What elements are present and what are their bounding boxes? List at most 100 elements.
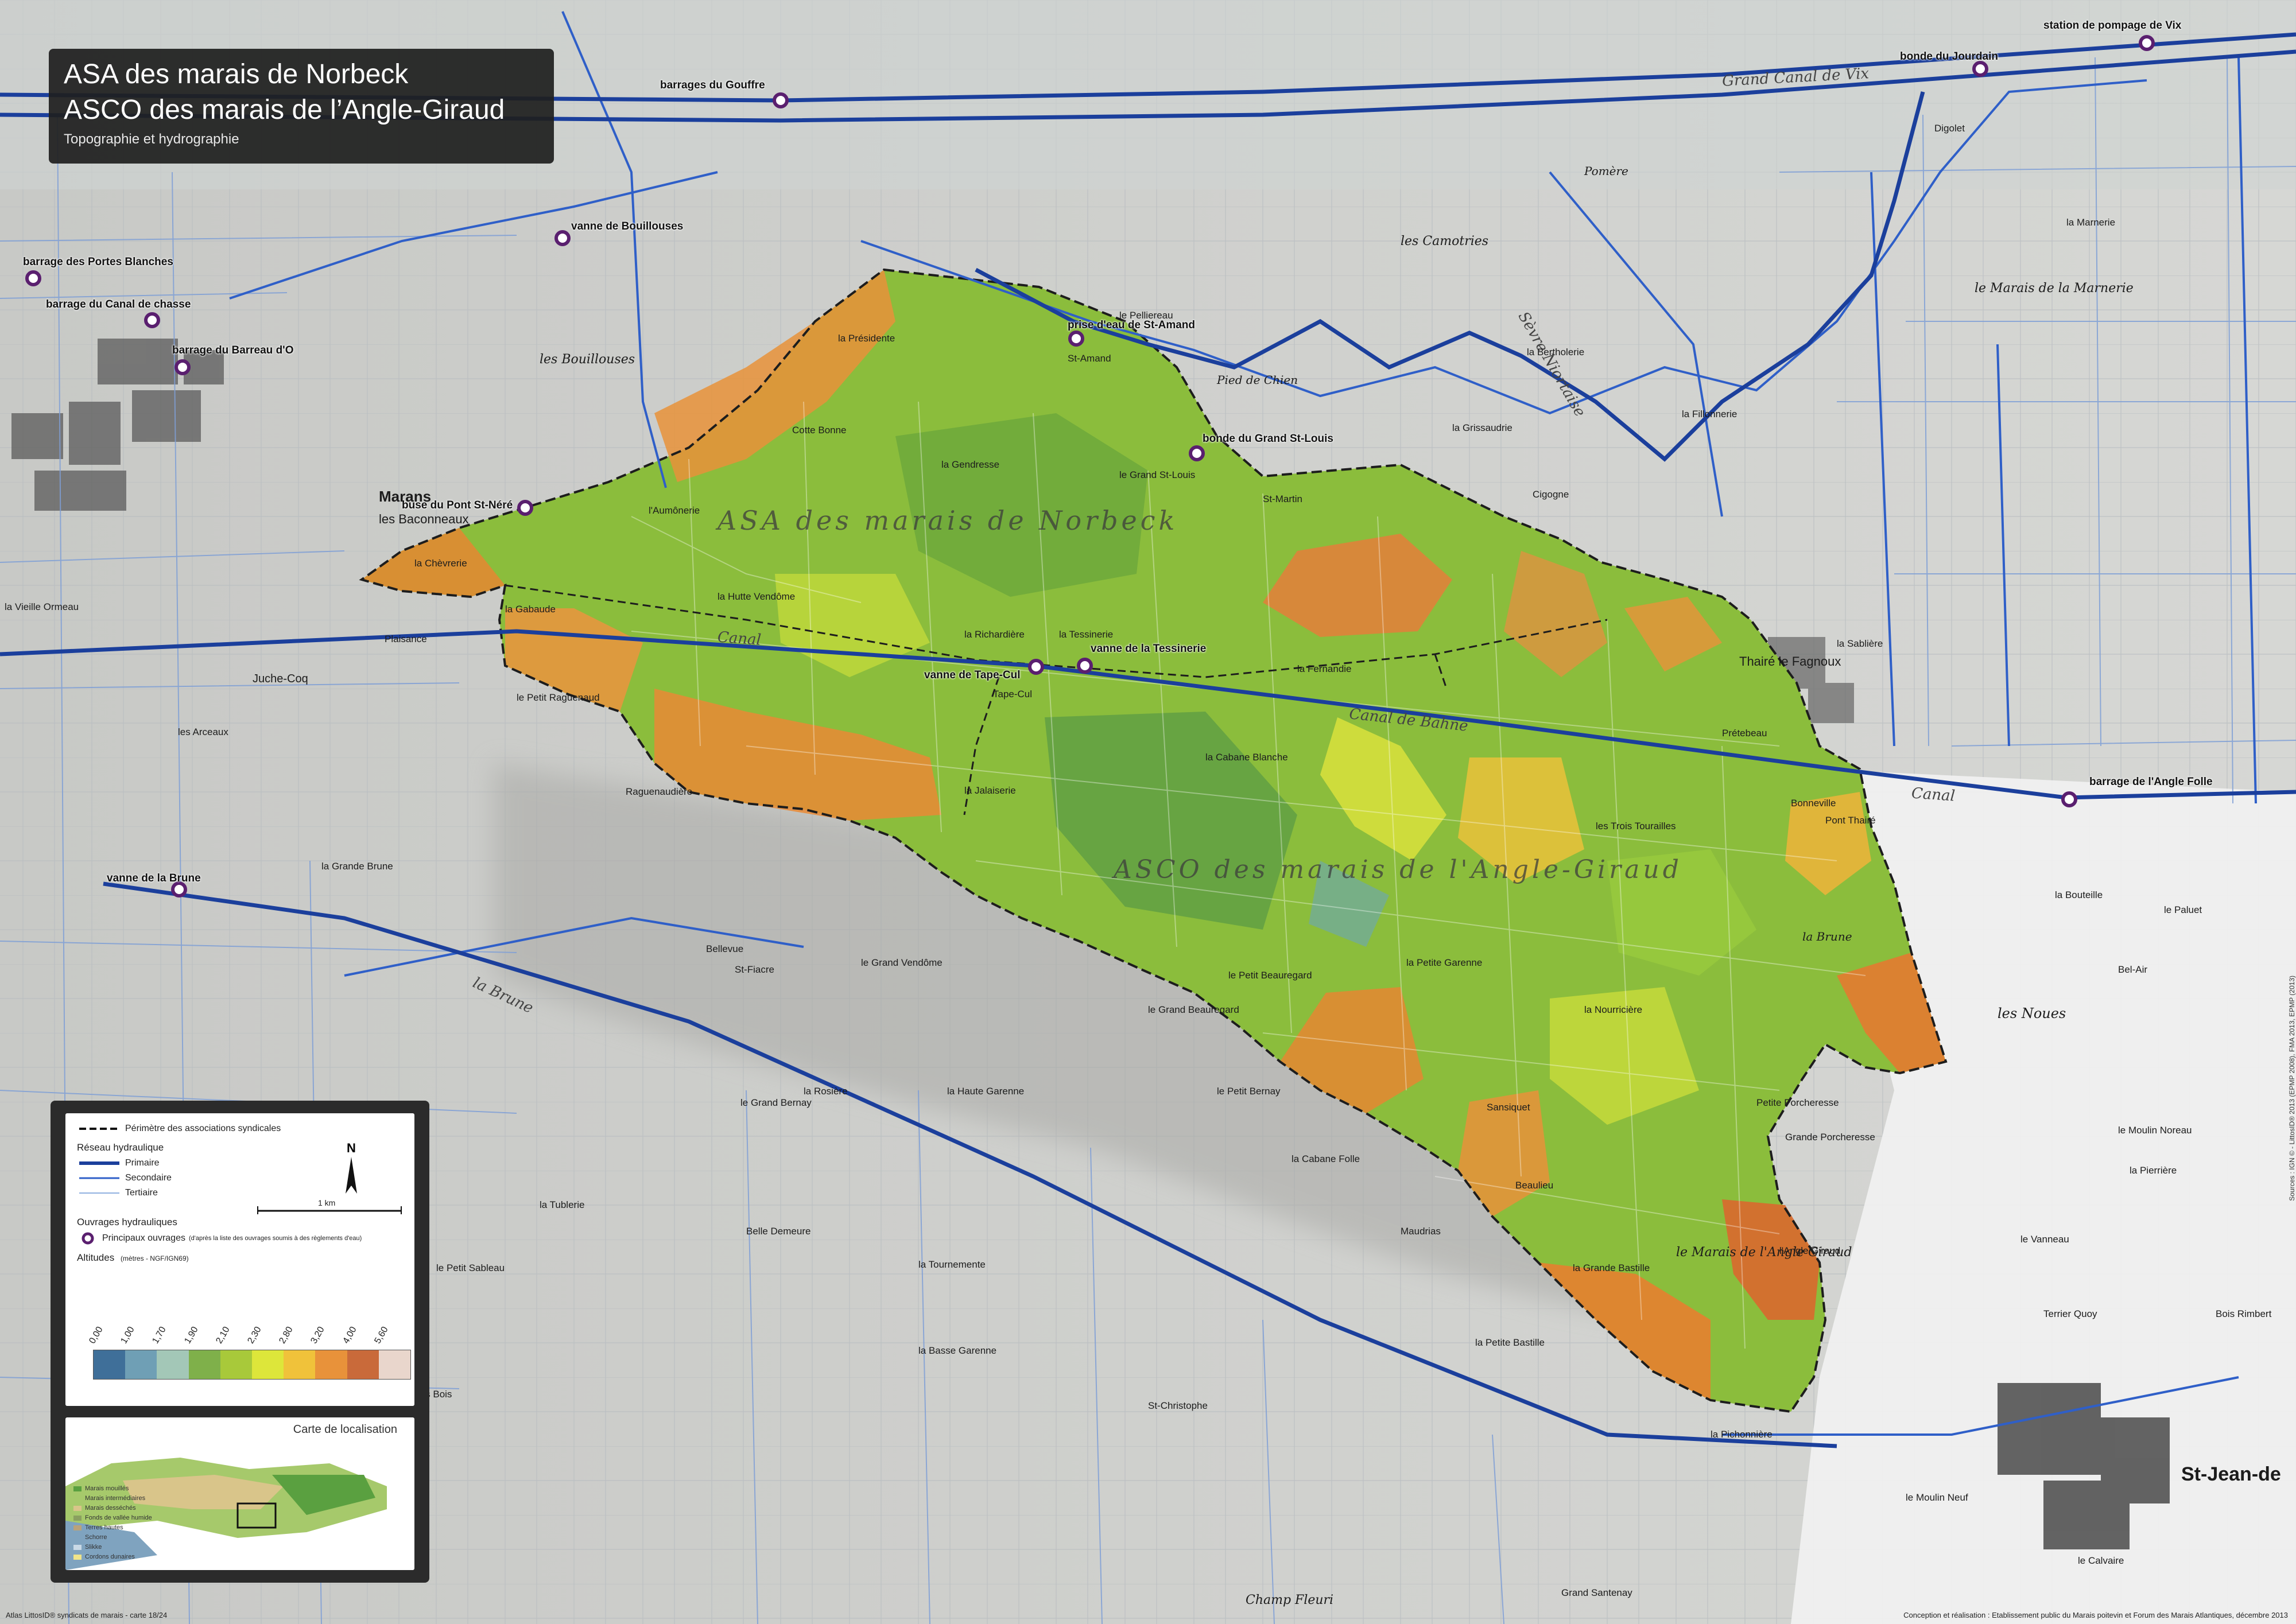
altitude-swatch [188, 1350, 220, 1379]
location-legend-item: Terres hautes [73, 1524, 123, 1531]
ouvrage-marker[interactable] [1028, 659, 1044, 675]
map[interactable]: ASA des marais de Norbeck ASCO des marai… [0, 0, 2296, 1624]
place-label: Juche-Coq [253, 673, 308, 685]
location-legend-item: Schorre [73, 1534, 107, 1541]
place-label: les Camotries [1401, 234, 1489, 248]
place-label: la Gabaude [505, 604, 556, 615]
place-label: la Marnerie [2066, 217, 2116, 228]
place-label: les Noues [1998, 1005, 2066, 1021]
place-label: le Pelliereau [1119, 310, 1173, 321]
altitude-tick: 2,10 [214, 1325, 232, 1346]
legend-network-head: Réseau hydraulique [77, 1142, 164, 1153]
place-label: la Rosière [804, 1086, 848, 1097]
zone-label-angle-giraud: ASCO des marais de l'Angle-Giraud [1114, 855, 1682, 884]
ouvrage-marker[interactable] [25, 270, 41, 286]
ouvrage-marker[interactable] [1068, 331, 1084, 347]
place-label: le Petit Sableau [436, 1262, 505, 1273]
place-label: la Grissaudrie [1452, 422, 1512, 433]
altitude-tick: 5,60 [373, 1325, 390, 1346]
place-label: St-Christophe [1148, 1400, 1208, 1411]
place-label: Thairé le Fagnoux [1739, 654, 1841, 669]
place-label: Bois Rimbert [2216, 1308, 2272, 1319]
place-label: Plaisance [385, 634, 427, 644]
line-icon [79, 1177, 119, 1179]
place-label: la Sablière [1837, 638, 1883, 649]
altitude-swatch [220, 1350, 253, 1379]
line-icon [79, 1192, 119, 1194]
place-label: la Pichonnière [1711, 1429, 1773, 1440]
legend-label: Tertiaire [125, 1188, 158, 1198]
ouvrage-marker[interactable] [517, 500, 533, 516]
altitude-tick: 1,90 [183, 1325, 200, 1346]
ouvrage-marker-icon [82, 1232, 94, 1245]
place-label: Belle Demeure [746, 1226, 811, 1237]
ouvrage-label: vanne de la Brune [107, 872, 201, 884]
map-title-line2: ASCO des marais de l’Angle-Giraud [64, 95, 505, 125]
place-label: la Gendresse [941, 459, 1000, 470]
ouvrage-marker[interactable] [1189, 445, 1205, 461]
place-label: la Pierrière [2130, 1165, 2177, 1176]
ouvrage-marker[interactable] [171, 881, 187, 898]
legend-principal: Principaux ouvrages (d'après la liste de… [79, 1231, 362, 1245]
place-label: Cotte Bonne [792, 425, 847, 436]
location-legend-item: Slikke [73, 1544, 102, 1551]
place-label: Pied de Chien [1217, 373, 1298, 387]
legend-alt-head: Altitudes (mètres - NGF/IGN69) [77, 1252, 189, 1264]
place-label: Raguenaudière [626, 786, 693, 797]
place-label: la Jalaiserie [964, 785, 1016, 796]
legend: Périmètre des associations syndicales Ré… [65, 1113, 414, 1406]
ouvrage-marker[interactable] [1077, 658, 1093, 674]
location-legend-item: Marais mouillés [73, 1485, 129, 1492]
legend-alt-title: Altitudes [77, 1252, 115, 1263]
location-legend-item: Marais desséchés [73, 1505, 136, 1512]
zone-label-norbeck: ASA des marais de Norbeck [718, 505, 1178, 536]
place-label: la Présidente [838, 333, 895, 344]
place-label: St-Jean-de [2181, 1463, 2281, 1485]
ouvrage-label: station de pompage de Vix [2043, 20, 2182, 32]
legend-primary: Primaire [79, 1158, 160, 1168]
ouvrage-marker[interactable] [2139, 35, 2155, 51]
place-label: la Bouteille [2055, 889, 2103, 900]
title-panel: ASA des marais de Norbeck ASCO des marai… [49, 49, 554, 164]
place-label: le Moulin Neuf [1906, 1492, 1968, 1503]
place-label: le Grand St-Louis [1119, 469, 1196, 480]
ouvrage-marker[interactable] [144, 312, 160, 328]
altitude-tick: 2,30 [246, 1325, 263, 1346]
ouvrage-marker[interactable] [554, 230, 571, 246]
place-label: Tape-Cul [993, 689, 1033, 700]
place-label: le Petit Beauregard [1228, 970, 1312, 981]
ouvrage-marker[interactable] [773, 92, 789, 108]
altitude-tick: 3,20 [309, 1325, 327, 1346]
legend-ouvrages-head: Ouvrages hydrauliques [77, 1217, 177, 1227]
place-label: la Grande Bastille [1573, 1262, 1650, 1273]
source-credit: Sources : IGN © - LittosID® 2013 (EPMP 2… [2288, 976, 2296, 1201]
place-label: l'Aumônerie [649, 505, 700, 516]
place-label: la Chèvrerie [414, 558, 467, 569]
legend-secondary: Secondaire [79, 1173, 172, 1183]
place-label: le Grand Vendôme [861, 957, 943, 968]
ouvrage-marker[interactable] [2061, 791, 2077, 807]
place-label: la Tublerie [540, 1199, 585, 1210]
place-label: les Trois Tourailles [1596, 821, 1676, 832]
place-label: la Haute Garenne [947, 1086, 1025, 1097]
dashed-line-icon [79, 1128, 119, 1130]
location-legend-item: Cordons dunaires [73, 1553, 135, 1560]
place-label: la Cabane Blanche [1205, 752, 1288, 763]
canal-label: Canal [1911, 784, 1956, 805]
altitude-swatch [157, 1350, 189, 1379]
place-label: la Bertholerie [1527, 347, 1585, 358]
ouvrage-label: barrage du Barreau d'O [172, 344, 294, 356]
altitude-tick: 1,00 [119, 1325, 137, 1346]
place-label: Bellevue [706, 943, 744, 954]
legend-label: Périmètre des associations syndicales [125, 1124, 281, 1133]
place-label: la Hutte Vendôme [718, 591, 796, 602]
ouvrage-marker[interactable] [174, 359, 191, 375]
altitude-swatch [284, 1350, 316, 1379]
ouvrage-marker[interactable] [1972, 61, 1988, 77]
place-label: le Marais de l'Angle Giraud [1676, 1245, 1852, 1260]
place-label: la Fernandie [1297, 663, 1352, 674]
place-label: le Petit Raguenaud [517, 692, 600, 703]
place-label: la Vieille Ormeau [5, 601, 79, 612]
location-legend-item: Fonds de vallée humide [73, 1514, 152, 1521]
ouvrage-label: vanne de la Tessinerie [1091, 643, 1207, 655]
